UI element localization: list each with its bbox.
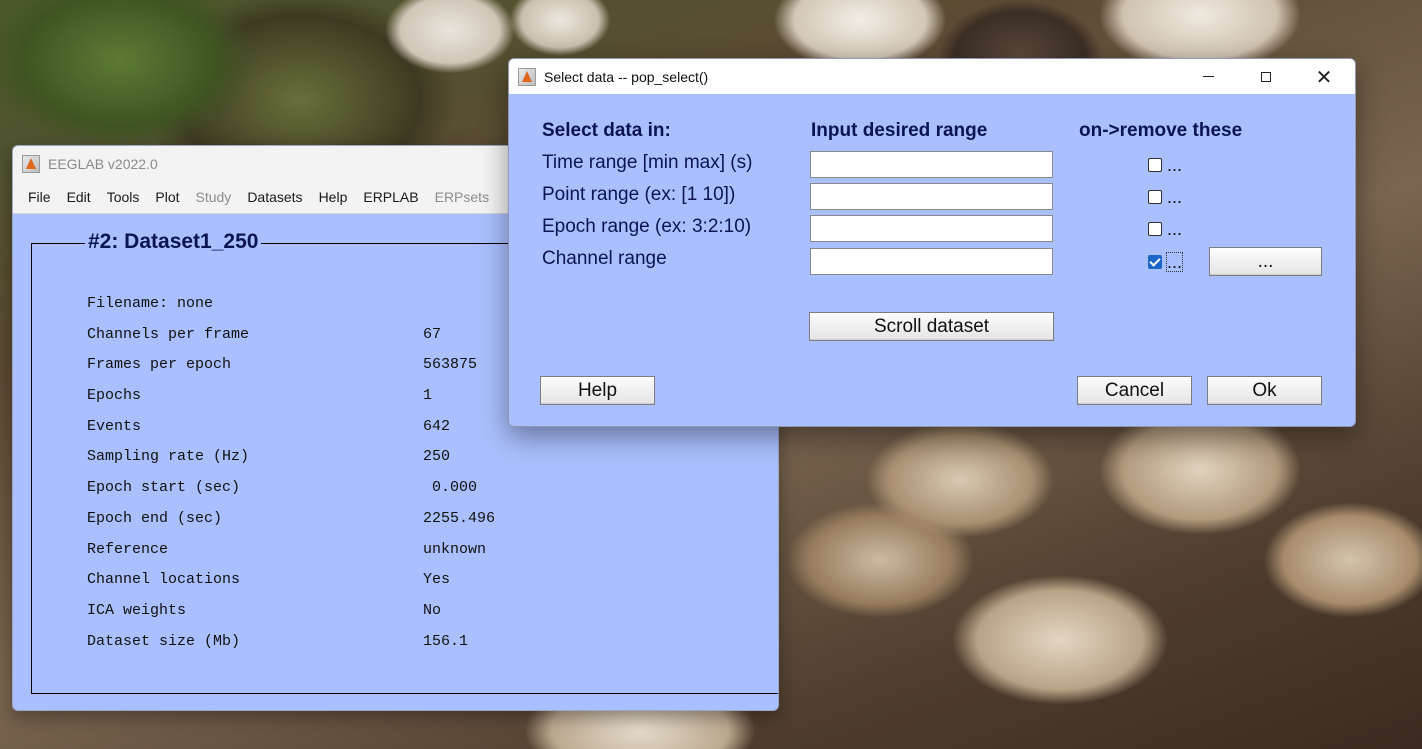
info-label: Epochs — [87, 387, 142, 404]
minimize-button[interactable] — [1179, 59, 1237, 94]
matlab-icon — [518, 67, 536, 86]
info-value: 2255.496 — [423, 510, 496, 527]
menu-study: Study — [195, 189, 232, 205]
menu-datasets[interactable]: Datasets — [239, 189, 310, 205]
maximize-button[interactable] — [1237, 59, 1295, 94]
menu-help[interactable]: Help — [311, 189, 356, 205]
point-range-remove-checkbox[interactable] — [1148, 190, 1162, 204]
channel-range-remove-checkbox[interactable] — [1148, 255, 1162, 269]
epoch-range-dots: ... — [1167, 219, 1183, 239]
time-range-label: Time range [min max] (s) — [542, 152, 753, 173]
scroll-dataset-button[interactable]: Scroll dataset — [809, 312, 1054, 341]
menu-plot[interactable]: Plot — [147, 189, 187, 205]
info-value: 67 — [423, 326, 442, 343]
info-label: ICA weights — [87, 602, 187, 619]
info-label: Epoch end (sec) — [87, 510, 223, 527]
dataset-heading: #2: Dataset1_250 — [85, 230, 262, 254]
matlab-icon — [22, 154, 40, 173]
ok-button[interactable]: Ok — [1207, 376, 1322, 405]
channel-range-dots: ... — [1165, 252, 1184, 272]
epoch-range-input[interactable] — [810, 215, 1053, 242]
info-label: Frames per epoch — [87, 356, 232, 373]
channel-range-label: Channel range — [542, 248, 667, 269]
dialog-title: Select data -- pop_select() — [544, 68, 709, 85]
point-range-input[interactable] — [810, 183, 1053, 210]
info-label: Channel locations — [87, 571, 241, 588]
menu-erplab[interactable]: ERPLAB — [355, 189, 426, 205]
channel-browse-button[interactable]: ... — [1209, 247, 1322, 276]
maximize-icon — [1261, 71, 1271, 82]
info-value: 1 — [423, 387, 433, 404]
range-header: Input desired range — [811, 120, 988, 141]
select-data-header: Select data in: — [542, 120, 671, 141]
select-data-dialog: Select data -- pop_select() ✕ Select dat… — [508, 58, 1356, 427]
info-value: 156.1 — [423, 633, 469, 650]
info-value: No — [423, 602, 442, 619]
epoch-range-label: Epoch range (ex: 3:2:10) — [542, 216, 752, 237]
cancel-button[interactable]: Cancel — [1077, 376, 1192, 405]
info-value: 563875 — [423, 356, 478, 373]
point-range-dots: ... — [1167, 187, 1183, 207]
info-value: 642 — [423, 418, 451, 435]
time-range-dots: ... — [1167, 155, 1183, 175]
menu-file[interactable]: File — [20, 189, 59, 205]
menu-tools[interactable]: Tools — [99, 189, 148, 205]
info-value: 250 — [423, 448, 451, 465]
minimize-icon — [1202, 76, 1214, 77]
channel-range-input[interactable] — [810, 248, 1053, 275]
info-label: Events — [87, 418, 142, 435]
info-value: 0.000 — [423, 479, 478, 496]
epoch-range-remove-checkbox[interactable] — [1148, 222, 1162, 236]
menu-edit[interactable]: Edit — [59, 189, 99, 205]
close-button[interactable]: ✕ — [1295, 59, 1353, 94]
menu-erpsets: ERPsets — [434, 189, 490, 205]
info-value: unknown — [423, 541, 487, 558]
info-value: Yes — [423, 571, 451, 588]
eeglab-title: EEGLAB v2022.0 — [48, 155, 158, 172]
filename-line: Filename: none — [87, 295, 214, 312]
info-label: Reference — [87, 541, 169, 558]
info-label: Epoch start (sec) — [87, 479, 241, 496]
info-label: Channels per frame — [87, 326, 250, 343]
dialog-titlebar[interactable]: Select data -- pop_select() ✕ — [509, 59, 1355, 94]
info-label: Dataset size (Mb) — [87, 633, 241, 650]
time-range-input[interactable] — [810, 151, 1053, 178]
close-icon: ✕ — [1315, 64, 1333, 89]
remove-header: on->remove these — [1079, 120, 1243, 141]
help-button[interactable]: Help — [540, 376, 655, 405]
info-label: Sampling rate (Hz) — [87, 448, 250, 465]
point-range-label: Point range (ex: [1 10]) — [542, 184, 736, 205]
time-range-remove-checkbox[interactable] — [1148, 158, 1162, 172]
